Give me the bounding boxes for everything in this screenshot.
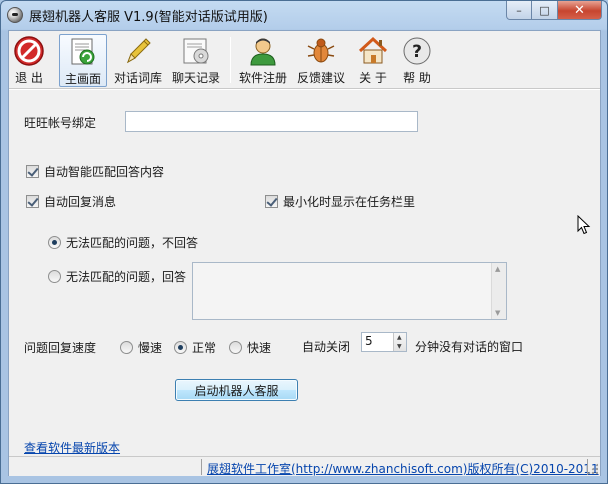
auto-close-value: 5 — [365, 334, 373, 348]
window-controls: – □ ✕ — [506, 1, 602, 21]
chat-log-icon — [180, 35, 212, 67]
auto-match-checkbox[interactable]: 自动智能匹配回答内容 — [26, 163, 164, 180]
exit-stop-icon — [13, 35, 45, 67]
copyright-link[interactable]: 展翅软件工作室(http://www.zhanchisoft.com)版权所有(… — [207, 460, 599, 477]
toolbar-about[interactable]: 关 于 — [353, 34, 393, 87]
radio-dot-icon — [48, 236, 61, 249]
user-register-icon — [247, 35, 279, 67]
radio-dot-icon — [48, 270, 61, 283]
reply-speed-label: 问题回复速度 — [24, 341, 97, 355]
radio-dot-icon — [120, 341, 133, 354]
mouse-cursor-icon — [577, 215, 591, 235]
auto-reply-label: 自动回复消息 — [44, 195, 117, 209]
toolbar-label: 反馈建议 — [296, 71, 345, 85]
radio-dot-icon — [229, 341, 242, 354]
speed-fast-label: 快速 — [247, 341, 272, 355]
radio-dot-icon — [174, 341, 187, 354]
no-match-reply-radio[interactable]: 无法匹配的问题，回答 — [48, 268, 186, 285]
auto-close-label: 自动关闭 — [302, 340, 351, 354]
speed-slow-label: 慢速 — [138, 341, 163, 355]
client-area: 退 出 主画面 对话词库 聊天记录 软件注册 反馈建议 关 于 ? 帮 助 旺旺… — [8, 30, 601, 476]
toolbar-main-screen[interactable]: 主画面 — [59, 34, 107, 87]
spin-up-icon[interactable]: ▲ — [397, 334, 402, 341]
toolbar-divider — [9, 88, 600, 90]
check-update-link[interactable]: 查看软件最新版本 — [24, 439, 120, 456]
toolbar-chat-history[interactable]: 聊天记录 — [169, 34, 223, 87]
speed-slow-radio[interactable]: 慢速 — [120, 339, 162, 356]
toolbar-separator — [230, 37, 231, 83]
minimize-tray-label: 最小化时显示在任务栏里 — [283, 195, 416, 209]
toolbar-help[interactable]: ? 帮 助 — [397, 34, 437, 87]
toolbar-register[interactable]: 软件注册 — [236, 34, 290, 87]
title-bar[interactable]: 展翅机器人客服 V1.9(智能对话版试用版) – □ ✕ — [1, 1, 607, 29]
toolbar-label: 聊天记录 — [171, 71, 220, 85]
auto-reply-checkbox[interactable]: 自动回复消息 — [26, 193, 116, 210]
account-binding-label: 旺旺帐号绑定 — [24, 116, 97, 130]
no-match-no-reply-radio[interactable]: 无法匹配的问题，不回答 — [48, 234, 198, 251]
spinner-buttons[interactable]: ▲ ▼ — [393, 333, 406, 351]
status-bar: 展翅软件工作室(http://www.zhanchisoft.com)版权所有(… — [9, 456, 600, 476]
maximize-button[interactable]: □ — [532, 1, 558, 20]
checkbox-check-icon — [265, 195, 278, 208]
close-button[interactable]: ✕ — [558, 1, 602, 20]
main-window: 展翅机器人客服 V1.9(智能对话版试用版) – □ ✕ 退 出 主画面 对话词… — [0, 0, 608, 484]
no-match-reply-label: 无法匹配的问题，回答 — [66, 270, 187, 284]
speed-normal-label: 正常 — [192, 341, 217, 355]
auto-close-suffix-label: 分钟没有对话的窗口 — [415, 340, 524, 354]
speed-normal-radio[interactable]: 正常 — [174, 339, 216, 356]
feedback-bug-icon — [305, 35, 337, 67]
window-title: 展翅机器人客服 V1.9(智能对话版试用版) — [29, 10, 268, 25]
minimize-tray-checkbox[interactable]: 最小化时显示在任务栏里 — [265, 193, 415, 210]
toolbar-label: 对话词库 — [113, 71, 162, 85]
toolbar-dialog-lexicon[interactable]: 对话词库 — [111, 34, 165, 87]
home-screen-icon — [67, 36, 99, 68]
account-binding-input[interactable] — [125, 111, 418, 132]
toolbar-label: 主画面 — [64, 72, 101, 86]
auto-close-minutes-spinner[interactable]: 5 ▲ ▼ — [361, 332, 407, 352]
help-question-icon: ? — [401, 35, 433, 67]
memo-scrollbar[interactable]: ▲ ▼ — [491, 263, 506, 319]
checkbox-check-icon — [26, 195, 39, 208]
no-match-no-reply-label: 无法匹配的问题，不回答 — [66, 236, 199, 250]
speed-fast-radio[interactable]: 快速 — [229, 339, 271, 356]
toolbar: 退 出 主画面 对话词库 聊天记录 软件注册 反馈建议 关 于 ? 帮 助 — [9, 31, 600, 90]
svg-text:?: ? — [412, 42, 422, 62]
toolbar-feedback[interactable]: 反馈建议 — [294, 34, 348, 87]
pen-icon — [122, 35, 154, 67]
start-robot-button[interactable]: 启动机器人客服 — [175, 379, 298, 401]
status-separator — [201, 459, 202, 475]
checkbox-check-icon — [26, 165, 39, 178]
auto-match-label: 自动智能匹配回答内容 — [44, 165, 165, 179]
house-icon — [357, 35, 389, 67]
spin-down-icon[interactable]: ▼ — [397, 343, 402, 350]
status-separator — [587, 459, 588, 475]
no-match-reply-textarea[interactable]: ▲ ▼ — [192, 262, 507, 320]
minimize-button[interactable]: – — [506, 1, 532, 20]
app-robot-icon — [7, 7, 23, 23]
toolbar-label: 关 于 — [359, 71, 387, 85]
toolbar-label: 帮 助 — [403, 71, 431, 85]
scroll-up-icon[interactable]: ▲ — [495, 265, 500, 273]
toolbar-exit[interactable]: 退 出 — [11, 34, 47, 87]
toolbar-label: 退 出 — [15, 71, 43, 85]
toolbar-label: 软件注册 — [238, 71, 287, 85]
scroll-down-icon[interactable]: ▼ — [495, 309, 500, 317]
